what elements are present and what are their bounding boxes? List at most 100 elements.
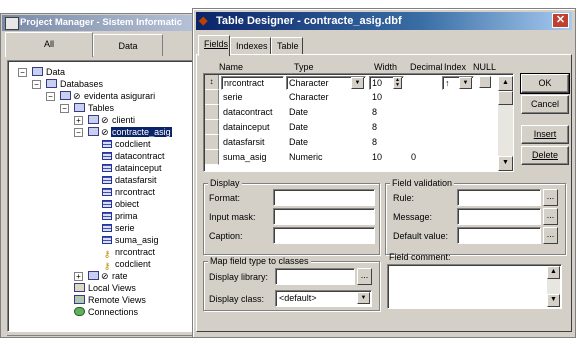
field-icon: [102, 164, 112, 172]
scroll-up-icon[interactable]: ▲: [547, 266, 560, 279]
field-width-spinner[interactable]: 10 ▲ ▼: [369, 76, 404, 90]
field-type[interactable]: Numeric: [289, 150, 323, 165]
tree-field[interactable]: serie: [102, 222, 135, 234]
tree-field[interactable]: obiect: [102, 198, 139, 210]
field-width[interactable]: 10: [372, 150, 382, 165]
table-designer-dialog: ◆ Table Designer - contracte_asig.dbf ✕ …: [192, 8, 576, 338]
tree-field[interactable]: codclient: [102, 138, 151, 150]
field-name-input[interactable]: nrcontract: [221, 76, 284, 90]
message-builder-button[interactable]: ...: [543, 208, 558, 225]
data-icon: [32, 67, 43, 76]
format-input[interactable]: [273, 189, 375, 206]
rule-builder-button[interactable]: ...: [543, 189, 558, 206]
field-validation-label: Field validation: [390, 178, 455, 188]
tab-data[interactable]: Data: [93, 34, 163, 56]
tree-node-database[interactable]: ⊘ evidenta asigurari: [60, 90, 156, 102]
field-type[interactable]: Date: [289, 120, 308, 135]
scroll-thumb[interactable]: [498, 91, 513, 105]
tree-node-connections[interactable]: Connections: [74, 306, 139, 318]
table-icon: [88, 271, 99, 280]
tree-node-remote-views[interactable]: Remote Views: [74, 294, 147, 306]
field-index-select[interactable]: ↑ ▼: [442, 76, 474, 90]
tree-node-data[interactable]: Data: [32, 66, 66, 78]
chevron-down-icon[interactable]: ▼: [459, 77, 472, 89]
fields-grid[interactable]: ↕ nrcontract Character ▼ 10 ▲ ▼ ↑ ▼ serie Ch…: [203, 73, 514, 172]
row-selector[interactable]: [205, 105, 219, 120]
insert-button[interactable]: Insert: [521, 125, 569, 144]
grid-vertical-scrollbar[interactable]: ▲ ▼: [498, 76, 513, 171]
input-mask-input[interactable]: [273, 208, 375, 225]
tree-node-tables[interactable]: Tables: [74, 102, 115, 114]
display-group-label: Display: [208, 178, 242, 188]
field-type[interactable]: Date: [289, 105, 308, 120]
table-designer-title-bar[interactable]: ◆ Table Designer - contracte_asig.dbf: [196, 12, 572, 30]
tree-field[interactable]: suma_asig: [102, 234, 159, 246]
tree-field[interactable]: datacontract: [102, 150, 165, 162]
cancel-button[interactable]: Cancel: [521, 95, 569, 114]
message-input[interactable]: [457, 208, 541, 225]
message-label: Message:: [393, 212, 433, 222]
tab-indexes[interactable]: Indexes: [230, 37, 271, 55]
close-button[interactable]: ✕: [552, 13, 569, 28]
tab-all[interactable]: All: [5, 32, 93, 57]
default-value-input[interactable]: [457, 227, 541, 244]
scroll-up-icon[interactable]: ▲: [498, 76, 513, 91]
row-mover[interactable]: ↕: [205, 75, 219, 90]
column-header-decimal: Decimal: [410, 62, 443, 72]
sort-ascending-icon: ↑: [445, 78, 450, 88]
tree-node-databases[interactable]: Databases: [46, 78, 104, 90]
tree-node-table-clienti[interactable]: ⊘ clienti: [88, 114, 136, 126]
field-width[interactable]: 8: [372, 120, 377, 135]
column-header-type: Type: [294, 62, 314, 72]
scroll-down-icon[interactable]: ▼: [498, 156, 513, 171]
row-selector[interactable]: [205, 135, 219, 150]
row-selector[interactable]: [205, 150, 219, 165]
project-manager-title-bar[interactable]: Project Manager - Sistem Informatic: [2, 15, 203, 31]
databases-icon: [46, 79, 57, 88]
display-library-input[interactable]: [275, 268, 355, 285]
field-decimal[interactable]: 0: [411, 150, 416, 165]
spinner-arrows-icon[interactable]: ▲ ▼: [393, 77, 402, 89]
field-width[interactable]: 8: [372, 135, 377, 150]
tree-node-table-rate[interactable]: ⊘ rate: [88, 270, 129, 282]
tree-field[interactable]: datasfarsit: [102, 174, 157, 186]
display-class-select[interactable]: <default> ▼: [275, 290, 372, 307]
chevron-down-icon[interactable]: ▼: [357, 292, 370, 304]
field-type-select[interactable]: Character ▼: [286, 76, 366, 90]
display-library-browse-button[interactable]: ...: [357, 268, 372, 285]
row-selector[interactable]: [205, 90, 219, 105]
scroll-down-icon[interactable]: ▼: [547, 294, 560, 307]
ok-button[interactable]: OK: [520, 73, 570, 94]
tree-node-table-contracte-asig[interactable]: ⊘ contracte_asig: [88, 126, 172, 138]
field-type[interactable]: Character: [289, 90, 329, 105]
tree-index-codclient[interactable]: ⚷ codclient: [102, 258, 151, 271]
row-selector[interactable]: [205, 120, 219, 135]
caption-input[interactable]: [273, 227, 375, 244]
tree-node-local-views[interactable]: Local Views: [74, 282, 137, 294]
tab-fields[interactable]: Fields: [198, 35, 230, 56]
tree-field[interactable]: nrcontract: [102, 186, 155, 198]
table-designer-title: Table Designer - contracte_asig.dbf: [216, 15, 402, 27]
project-tree[interactable]: − Data − Databases − ⊘ evidenta asigurar…: [7, 60, 199, 332]
field-width[interactable]: 10: [372, 90, 382, 105]
chevron-down-icon[interactable]: ▼: [351, 77, 364, 89]
tab-table[interactable]: Table: [271, 37, 303, 55]
field-comment-textarea[interactable]: ▲ ▼: [387, 264, 562, 309]
delete-button[interactable]: Delete: [521, 146, 569, 165]
field-name[interactable]: suma_asig: [223, 150, 267, 165]
display-class-label: Display class:: [209, 294, 265, 304]
null-toggle-button[interactable]: [479, 76, 491, 88]
rule-input[interactable]: [457, 189, 541, 206]
field-name[interactable]: serie: [223, 90, 243, 105]
tree-index-nrcontract[interactable]: ⚷ nrcontract: [102, 246, 155, 259]
tree-field[interactable]: prima: [102, 210, 138, 222]
comment-scrollbar[interactable]: ▲ ▼: [547, 266, 560, 307]
field-name[interactable]: datainceput: [223, 120, 270, 135]
field-name[interactable]: datacontract: [223, 105, 273, 120]
field-name[interactable]: datasfarsit: [223, 135, 265, 150]
tree-field[interactable]: datainceput: [102, 162, 162, 174]
field-type[interactable]: Date: [289, 135, 308, 150]
field-width[interactable]: 8: [372, 105, 377, 120]
default-value-builder-button[interactable]: ...: [543, 227, 558, 244]
project-window-icon: [5, 17, 19, 30]
